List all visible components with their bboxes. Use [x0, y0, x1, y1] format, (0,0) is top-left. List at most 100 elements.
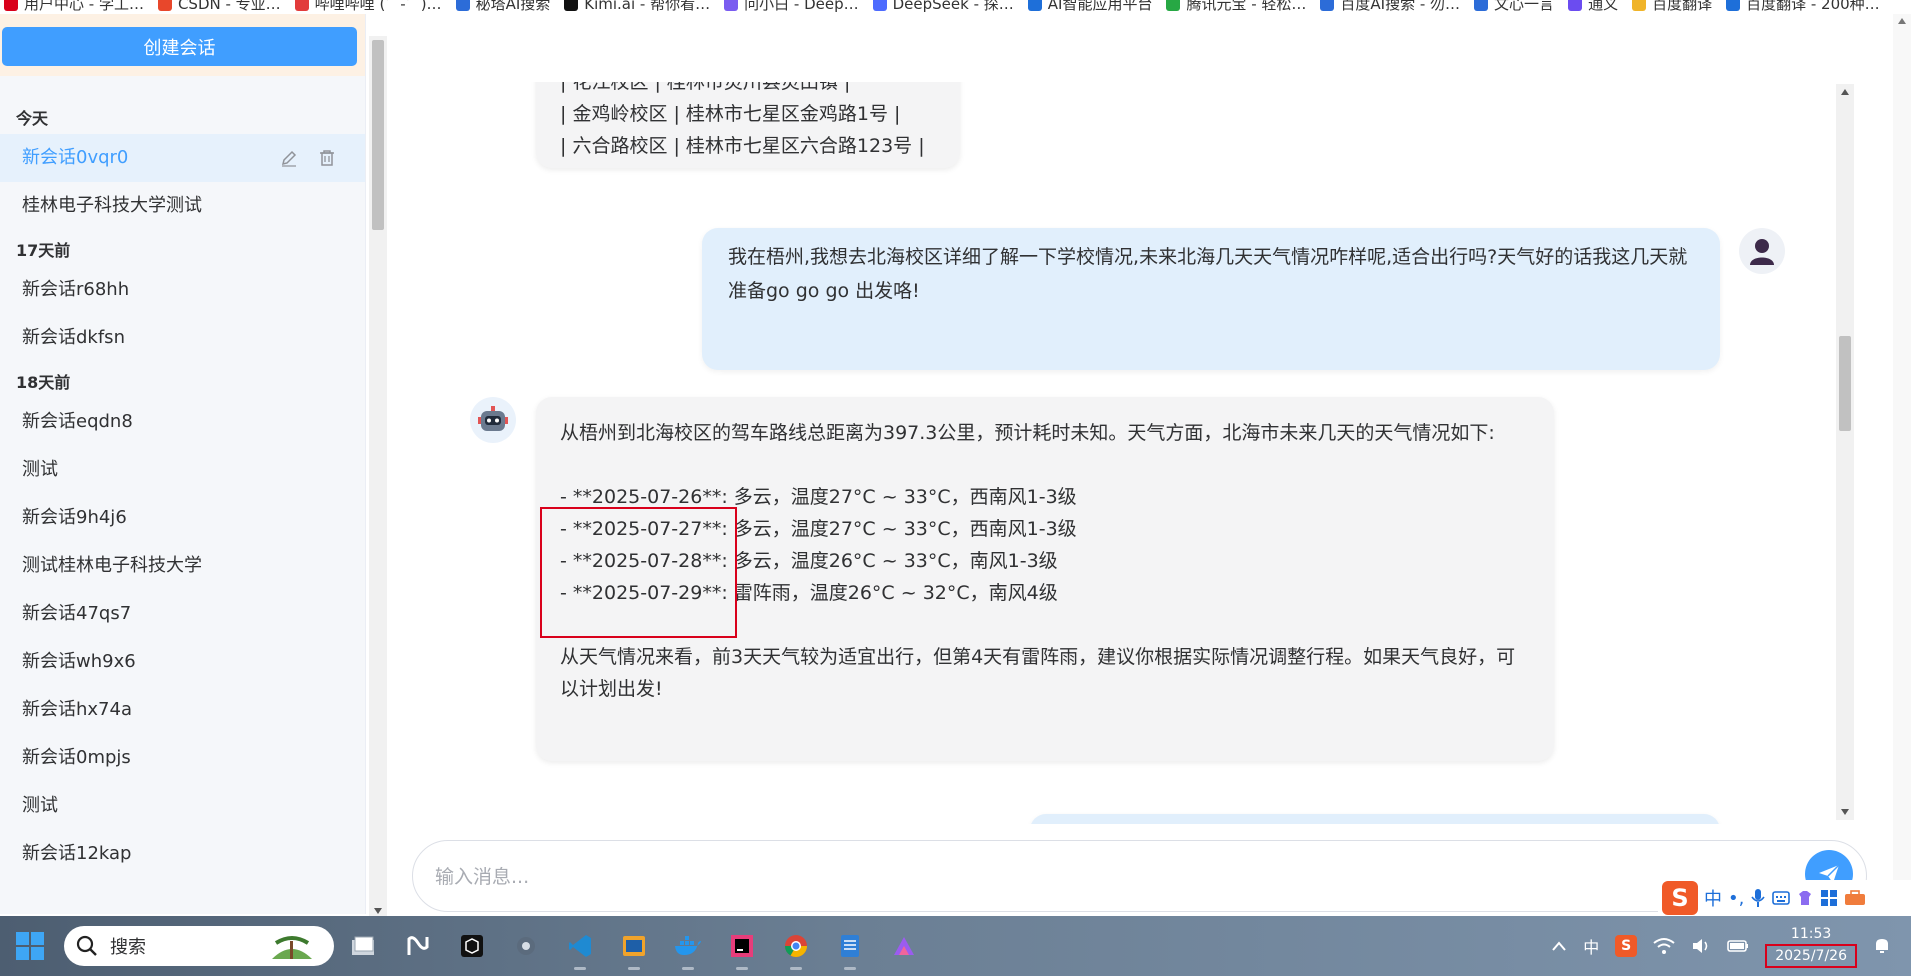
create-session-button[interactable]: 创建会话 — [2, 27, 357, 66]
intellij-idea-icon[interactable] — [722, 926, 762, 970]
edit-icon[interactable] — [280, 149, 298, 167]
bookmark-item[interactable]: 秘塔AI搜索 — [455, 0, 550, 14]
notion-icon[interactable] — [398, 926, 438, 966]
jetbrains-toolbox-icon[interactable] — [452, 926, 492, 966]
notepad-icon[interactable] — [830, 926, 870, 970]
docker-icon[interactable] — [668, 926, 708, 970]
bookmark-label: 用户中心 - 学工… — [24, 0, 144, 13]
vscode-icon[interactable] — [560, 926, 600, 970]
chat-panel: | 花江校区 | 桂林市灵川县灵田镇 | | 金鸡岭校区 | 桂林市七星区金鸡路… — [390, 14, 1911, 914]
bookmark-label: AI智能应用平台 — [1047, 0, 1153, 13]
message-input[interactable] — [433, 857, 1733, 897]
bookmark-item[interactable]: Kimi.ai - 帮你看… — [564, 0, 710, 14]
sidebar-scrollbar-thumb[interactable] — [372, 40, 384, 230]
scroll-down-arrow-icon[interactable] — [1841, 809, 1849, 815]
session-list: 今天 新会话0vqr0 桂林电子科技大学测试 17天前 新会话r68hh 新会话dkfsn… — [0, 98, 365, 878]
forecast-description: 多云，温度26°C ~ 33°C，南风1-3级 — [727, 550, 1058, 572]
volume-icon[interactable] — [1691, 937, 1711, 955]
forecast-description: 多云，温度27°C ~ 33°C，西南风1-3级 — [727, 518, 1077, 540]
session-item-label: 测试桂林电子科技大学 — [22, 555, 202, 576]
app-icon[interactable] — [884, 926, 924, 966]
bookmark-icon — [157, 0, 172, 11]
scroll-down-arrow-icon[interactable] — [374, 908, 382, 914]
windows-terminal-icon[interactable] — [614, 926, 654, 970]
session-item-label: 新会话47qs7 — [22, 603, 132, 624]
session-item[interactable]: 新会话eqdn8 — [0, 398, 365, 446]
session-item[interactable]: 新会话9h4j6 — [0, 494, 365, 542]
scroll-up-arrow-icon[interactable] — [1841, 89, 1849, 95]
bookmark-item[interactable]: 哔哩哔哩 (゜-゜)… — [294, 0, 442, 14]
bookmark-icon — [1474, 0, 1489, 11]
session-item-label: 桂林电子科技大学测试 — [22, 195, 202, 216]
scroll-up-arrow-icon[interactable] — [1898, 18, 1906, 24]
bookmark-label: 腾讯元宝 - 轻松… — [1186, 0, 1307, 13]
system-clock[interactable]: 11:53 2025/7/26 — [1765, 924, 1857, 968]
search-icon — [76, 935, 97, 956]
session-item-label: 测试 — [22, 795, 58, 816]
campus-row: | 花江校区 | 桂林市灵川县灵田镇 | — [560, 82, 851, 93]
tray-sogou-icon[interactable]: S — [1615, 935, 1638, 957]
session-item[interactable]: 桂林电子科技大学测试 — [0, 182, 365, 230]
bookmark-item[interactable]: 问小白 - Deep… — [724, 0, 859, 14]
session-item-label: 新会话r68hh — [22, 279, 130, 300]
bookmark-item[interactable]: CSDN - 专业… — [157, 0, 281, 14]
windows-start-icon[interactable] — [16, 932, 44, 960]
session-item-label: 新会话wh9x6 — [22, 651, 136, 672]
bookmark-icon — [1726, 0, 1741, 11]
bookmark-icon — [1632, 0, 1647, 11]
messages-scrollbar[interactable] — [1836, 84, 1854, 820]
toolbox-icon[interactable] — [1844, 889, 1866, 907]
session-item[interactable]: 测试 — [0, 782, 365, 830]
page-scrollbar[interactable] — [1893, 14, 1911, 914]
taskbar-search[interactable]: 搜索 — [64, 926, 334, 966]
settings-icon[interactable] — [506, 926, 546, 966]
delete-icon[interactable] — [318, 149, 336, 167]
sogou-ime-icon[interactable]: S — [1662, 881, 1698, 915]
file-explorer-icon[interactable] — [344, 926, 384, 966]
bookmark-item[interactable]: AI智能应用平台 — [1027, 0, 1153, 14]
ime-punctuation-toggle[interactable]: •, — [1728, 888, 1744, 909]
skin-icon[interactable] — [1796, 889, 1814, 907]
user-message-bubble-partial — [1030, 814, 1720, 824]
bookmark-item[interactable]: DeepSeek - 探… — [872, 0, 1014, 14]
session-item-label: 新会话0vqr0 — [22, 147, 129, 168]
notification-icon[interactable] — [1873, 937, 1891, 955]
ime-language-toggle[interactable]: 中 — [1704, 885, 1722, 911]
microphone-icon[interactable] — [1750, 888, 1766, 908]
session-item[interactable]: 新会话hx74a — [0, 686, 365, 734]
bookmark-icon — [1568, 0, 1583, 11]
bookmark-item[interactable]: 用户中心 - 学工… — [4, 0, 144, 14]
bookmark-item[interactable]: 百度AI搜索 - 勿… — [1320, 0, 1460, 14]
messages-scrollbar-thumb[interactable] — [1839, 336, 1851, 431]
session-item[interactable]: 测试桂林电子科技大学 — [0, 542, 365, 590]
chevron-up-icon[interactable] — [1551, 940, 1567, 952]
tray-language[interactable]: 中 — [1583, 934, 1599, 958]
bookmark-item[interactable]: 百度翻译 — [1632, 0, 1712, 14]
wifi-icon[interactable] — [1653, 937, 1675, 955]
session-item[interactable]: 新会话dkfsn — [0, 314, 365, 362]
bookmark-label: 哔哩哔哩 (゜-゜)… — [314, 0, 442, 13]
session-item[interactable]: 新会话0mpjs — [0, 734, 365, 782]
session-item[interactable]: 新会话wh9x6 — [0, 638, 365, 686]
session-item-label: 新会话dkfsn — [22, 327, 125, 348]
sidebar-scrollbar[interactable] — [369, 36, 387, 916]
bookmark-label: 百度翻译 — [1652, 0, 1713, 13]
session-group-label: 18天前 — [16, 373, 71, 392]
bookmark-item[interactable]: 通义 — [1568, 0, 1618, 14]
grid-icon[interactable] — [1820, 889, 1838, 907]
chrome-icon[interactable] — [776, 926, 816, 970]
bookmark-item[interactable]: 百度翻译 - 200种… — [1726, 0, 1880, 14]
user-avatar-icon — [1750, 239, 1774, 265]
bookmark-item[interactable]: 文心一言 — [1474, 0, 1554, 14]
session-item[interactable]: 新会话47qs7 — [0, 590, 365, 638]
keyboard-icon[interactable] — [1772, 890, 1791, 906]
bookmark-item[interactable]: 腾讯元宝 - 轻松… — [1166, 0, 1306, 14]
session-item[interactable]: 新会话12kap — [0, 830, 365, 878]
session-item[interactable]: 新会话r68hh — [0, 266, 365, 314]
session-item[interactable]: 测试 — [0, 446, 365, 494]
session-item[interactable]: 新会话0vqr0 — [0, 134, 365, 182]
battery-icon[interactable] — [1727, 938, 1749, 954]
message-list: | 花江校区 | 桂林市灵川县灵田镇 | | 金鸡岭校区 | 桂林市七星区金鸡路… — [390, 82, 1850, 824]
bookmark-icon — [724, 0, 739, 11]
message-input-box — [412, 840, 1867, 912]
